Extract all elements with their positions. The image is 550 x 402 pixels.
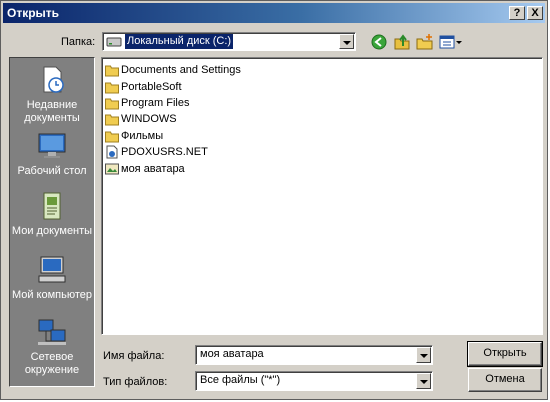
folder-icon (105, 98, 119, 110)
open-file-dialog: Открыть ? X Папка: Локальный диск (C:) Н… (0, 0, 548, 400)
filetype-select[interactable]: Все файлы ("*") (195, 371, 433, 391)
place-my-computer[interactable]: Мой компьютер (10, 254, 94, 302)
views-menu-icon[interactable] (439, 33, 463, 51)
recent-documents-icon (43, 66, 64, 93)
window-title: Открыть (7, 6, 60, 20)
filename-input[interactable]: моя аватара (195, 345, 433, 365)
lookin-label: Папка: (61, 36, 96, 48)
cancel-button[interactable]: Отмена (468, 368, 542, 392)
place-desktop[interactable]: Рабочий стол (10, 130, 94, 178)
place-label: Недавние документы (24, 99, 80, 124)
filename-dropdown-icon[interactable] (416, 347, 431, 363)
new-folder-icon[interactable] (416, 33, 434, 51)
back-icon[interactable] (370, 33, 388, 51)
place-label: Рабочий стол (17, 165, 87, 177)
place-my-documents[interactable]: Мои документы (10, 190, 94, 238)
folder-icon (105, 131, 119, 143)
place-network-places[interactable]: Сетевое окружение (10, 316, 94, 377)
my-documents-icon (43, 192, 61, 220)
filename-label: Имя файла: (103, 350, 165, 362)
places-bar: Недавние документы Рабочий стол Мои доку… (9, 57, 95, 387)
open-button[interactable]: Открыть (467, 341, 543, 367)
filetype-dropdown-icon[interactable] (416, 373, 431, 389)
my-computer-icon (38, 256, 66, 283)
image-file-icon (105, 163, 119, 175)
net-file-icon (106, 145, 118, 159)
up-folder-icon[interactable] (393, 33, 411, 51)
place-recent-documents[interactable]: Недавние документы (10, 64, 94, 125)
place-label: Мой компьютер (11, 289, 93, 301)
filename-value: моя аватара (200, 348, 264, 360)
close-button[interactable]: X (527, 6, 543, 20)
lookin-dropdown-icon[interactable] (339, 34, 354, 49)
filetype-label: Тип файлов: (103, 376, 168, 388)
place-label: Сетевое окружение (24, 351, 80, 376)
folder-icon (105, 82, 119, 94)
filetype-value: Все файлы ("*") (200, 374, 281, 386)
lookin-combo[interactable]: Локальный диск (C:) (102, 32, 356, 51)
drive-icon (106, 37, 122, 47)
folder-icon (105, 65, 119, 77)
file-list[interactable]: Documents and Settings PortableSoft Prog… (101, 57, 543, 335)
place-label: Мои документы (11, 225, 93, 237)
network-places-icon (38, 319, 66, 345)
help-button[interactable]: ? (509, 6, 525, 20)
lookin-value: Локальный диск (C:) (125, 34, 234, 49)
desktop-icon (38, 133, 66, 158)
folder-icon (105, 114, 119, 126)
title-bar: Открыть ? X (3, 3, 545, 23)
